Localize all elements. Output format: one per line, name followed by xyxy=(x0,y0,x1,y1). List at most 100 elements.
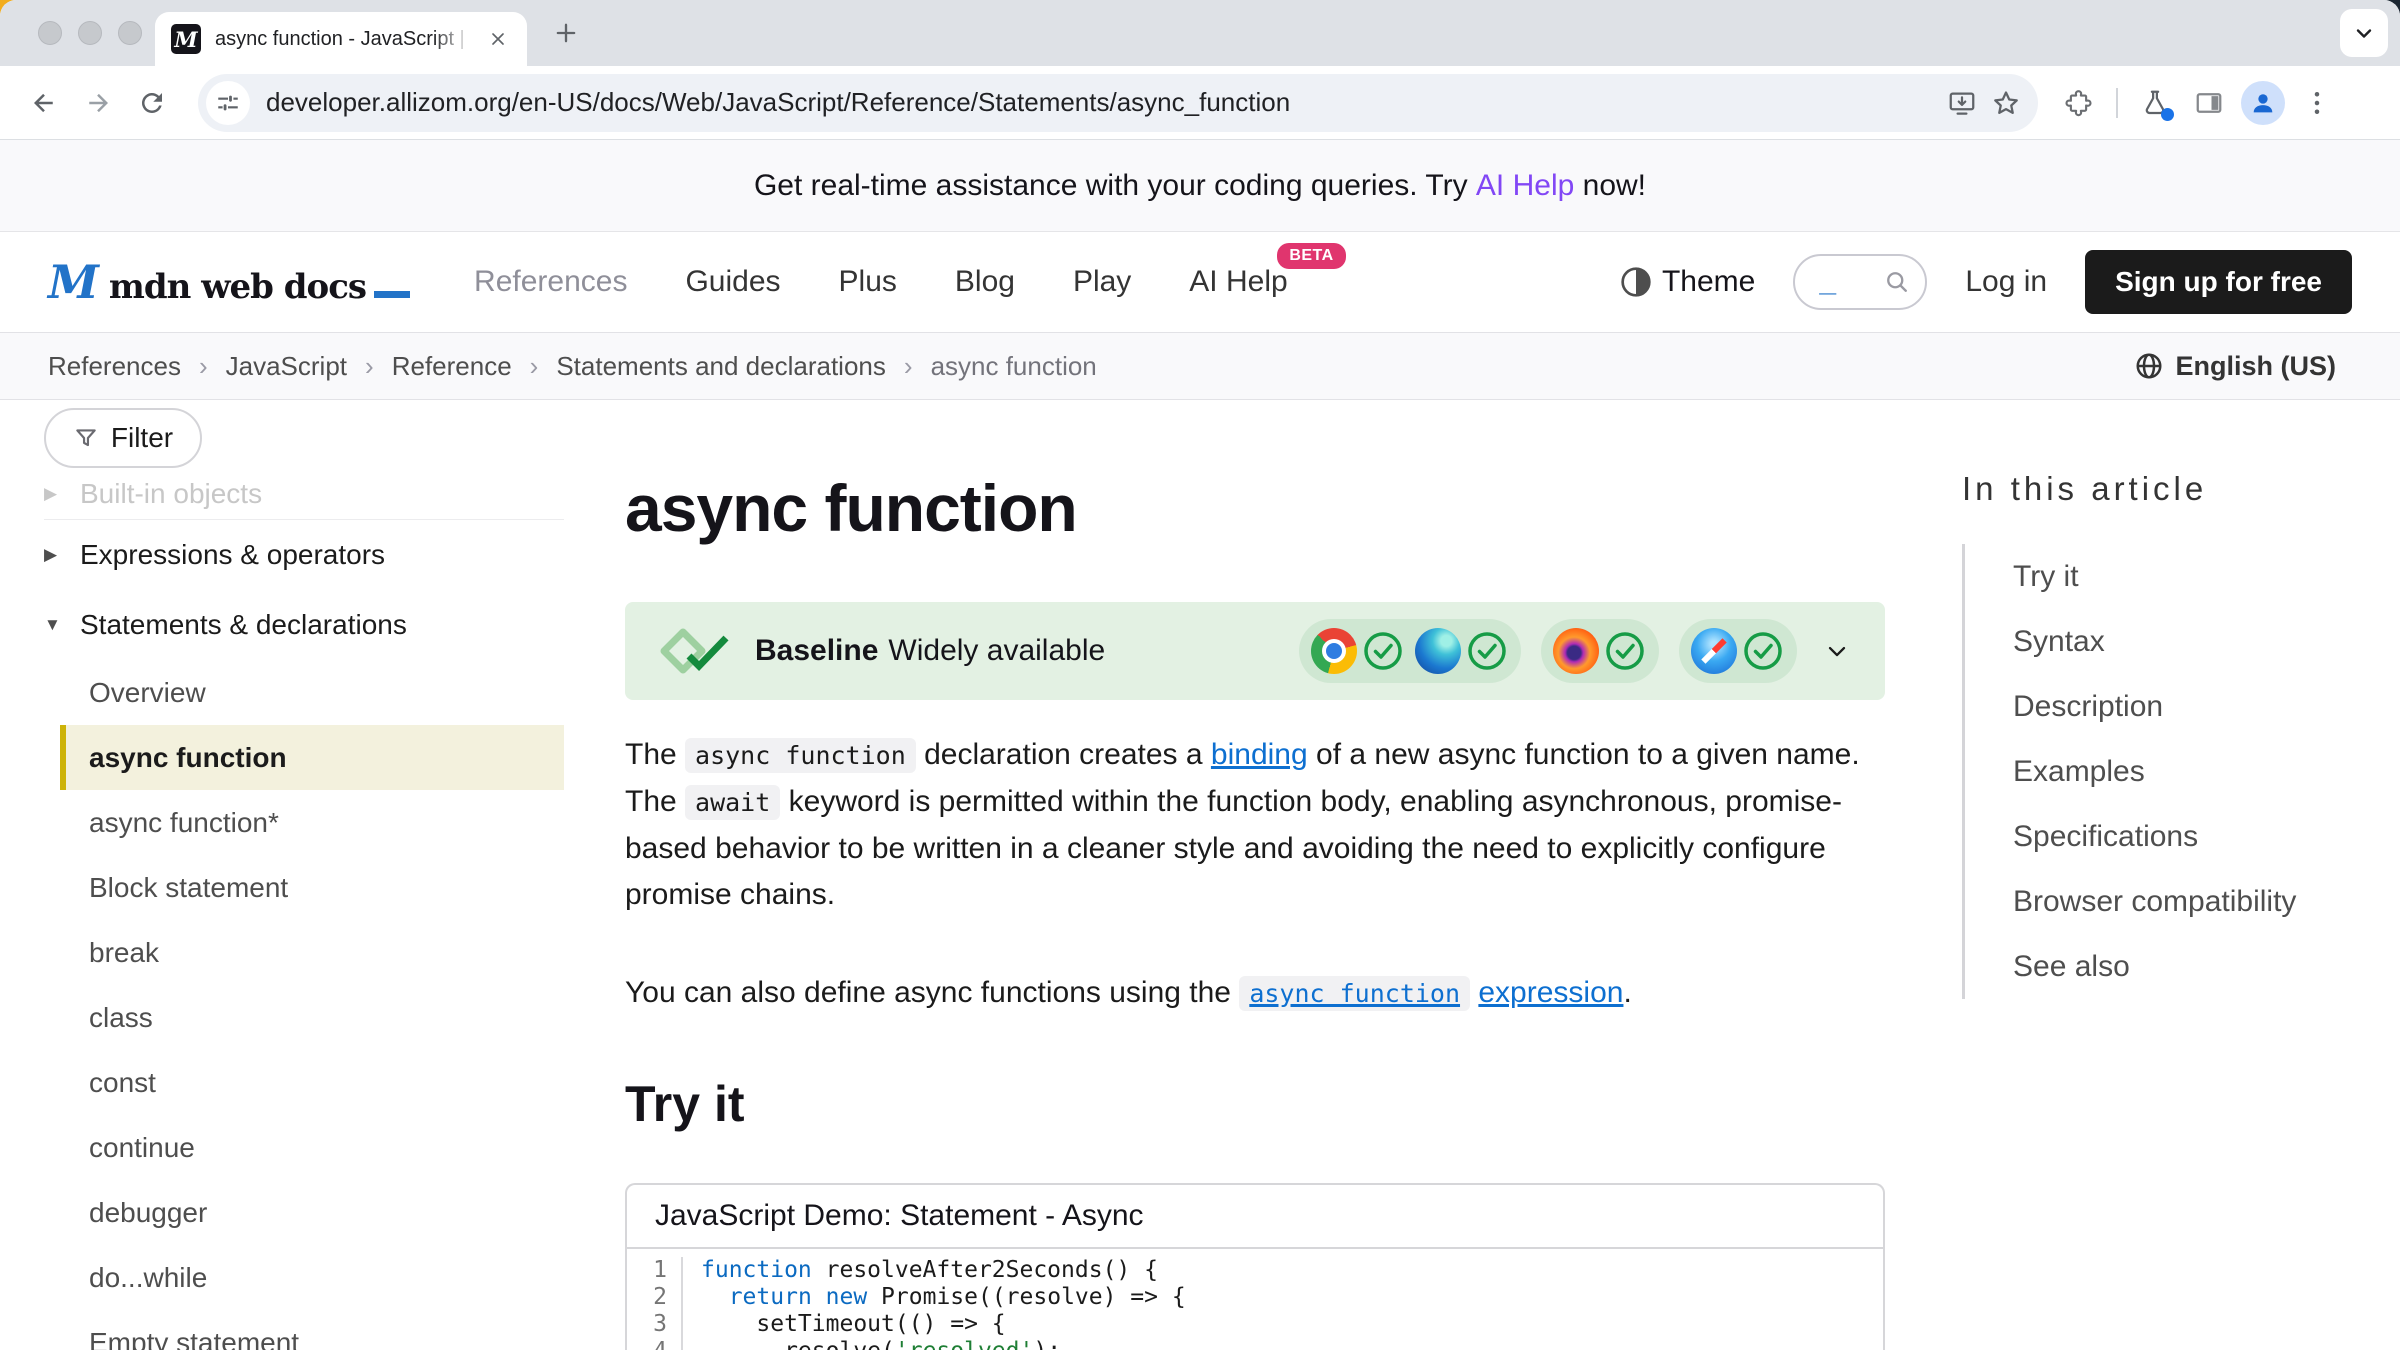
sidebar-section-built-in-objects[interactable]: ▶Built-in objects xyxy=(44,468,564,520)
nav-item-blog[interactable]: Blog xyxy=(955,265,1015,299)
page-body: Filter ▶Built-in objects▶Expressions & o… xyxy=(0,400,2400,1350)
breadcrumb: References›JavaScript›Reference›Statemen… xyxy=(48,351,1097,382)
toolbar-right-icons xyxy=(2056,80,2340,126)
content-link-binding[interactable]: binding xyxy=(1211,738,1308,771)
breadcrumb-bar: References›JavaScript›Reference›Statemen… xyxy=(0,332,2400,400)
address-bar[interactable]: developer.allizom.org/en-US/docs/Web/Jav… xyxy=(198,74,2038,132)
filter-funnel-icon xyxy=(73,425,99,451)
browser-tab[interactable]: M async function - JavaScript | xyxy=(155,12,527,66)
sidebar-item-block-statement[interactable]: Block statement xyxy=(44,855,564,920)
breadcrumb-item-references[interactable]: References xyxy=(48,351,181,382)
breadcrumb-item-statements-and-declarations[interactable]: Statements and declarations xyxy=(556,351,886,382)
code-editor[interactable]: 1function resolveAfter2Seconds() {2 retu… xyxy=(627,1249,1883,1350)
sidebar-item-overview[interactable]: Overview xyxy=(44,660,564,725)
toc-item-try-it[interactable]: Try it xyxy=(1965,544,2352,609)
sidebar-item-async-function[interactable]: async function xyxy=(60,725,564,790)
search-icon xyxy=(1883,268,1911,296)
nav-item-ai-help[interactable]: AI HelpBETA xyxy=(1189,265,1287,299)
sidebar-item-class[interactable]: class xyxy=(44,985,564,1050)
labs-flask-icon[interactable] xyxy=(2132,80,2178,126)
baseline-label: Baseline xyxy=(755,634,878,667)
site-info-icon[interactable] xyxy=(206,81,250,125)
baseline-status: Widely available xyxy=(888,634,1105,667)
language-switcher[interactable]: English (US) xyxy=(2134,351,2337,382)
page-title: async function xyxy=(625,400,1885,544)
sidebar: Filter ▶Built-in objects▶Expressions & o… xyxy=(44,408,564,1350)
line-number: 1 xyxy=(627,1257,683,1284)
sidebar-list: ▶Built-in objects▶Expressions & operator… xyxy=(44,468,564,1350)
sidebar-section-statements-declarations[interactable]: ▼Statements & declarations xyxy=(44,590,564,660)
reload-button[interactable] xyxy=(130,81,174,125)
browser-menu-dots-icon[interactable] xyxy=(2294,80,2340,126)
forward-button[interactable] xyxy=(76,81,120,125)
breadcrumb-item-reference[interactable]: Reference xyxy=(392,351,512,382)
toc-item-see-also[interactable]: See also xyxy=(1965,934,2352,999)
url-text[interactable]: developer.allizom.org/en-US/docs/Web/Jav… xyxy=(266,87,1940,118)
promo-text-before: Get real-time assistance with your codin… xyxy=(754,169,1476,203)
breadcrumb-item-javascript[interactable]: JavaScript xyxy=(226,351,347,382)
promo-ai-help-link[interactable]: AI Help xyxy=(1476,169,1574,203)
nav-item-references[interactable]: References xyxy=(474,265,627,299)
baseline-status-text: Baseline Widely available xyxy=(755,634,1105,668)
article-paragraph-2: You can also define async functions usin… xyxy=(625,970,1885,1017)
new-tab-button[interactable] xyxy=(550,17,582,49)
edge-logo-icon xyxy=(1415,628,1461,674)
baseline-banner: Baseline Widely available xyxy=(625,602,1885,700)
flask-notification-dot xyxy=(2161,108,2174,121)
close-window-icon[interactable] xyxy=(38,21,62,45)
line-number: 4 xyxy=(627,1338,683,1350)
tab-search-chevron-button[interactable] xyxy=(2340,9,2388,57)
toc-item-description[interactable]: Description xyxy=(1965,674,2352,739)
sidebar-item-const[interactable]: const xyxy=(44,1050,564,1115)
inline-code: async function xyxy=(685,738,916,773)
code-text: return new Promise((resolve) => { xyxy=(683,1284,1186,1311)
language-label: English (US) xyxy=(2176,351,2337,382)
support-check-icon xyxy=(1603,629,1647,673)
signup-button[interactable]: Sign up for free xyxy=(2085,250,2352,314)
toc-item-browser-compatibility[interactable]: Browser compatibility xyxy=(1965,869,2352,934)
toc-item-examples[interactable]: Examples xyxy=(1965,739,2352,804)
main-nav: References Guides Plus Blog Play AI HelpBETA xyxy=(474,265,1288,299)
search-input[interactable]: _ xyxy=(1793,254,1927,310)
baseline-expand-chevron-icon[interactable] xyxy=(1823,637,1851,665)
nav-item-play[interactable]: Play xyxy=(1073,265,1131,299)
tab-close-icon[interactable] xyxy=(485,26,511,52)
login-link[interactable]: Log in xyxy=(1965,265,2047,299)
sidebar-item-debugger[interactable]: debugger xyxy=(44,1180,564,1245)
sidebar-item-empty-statement[interactable]: Empty statement xyxy=(44,1310,564,1350)
side-panel-icon[interactable] xyxy=(2186,80,2232,126)
code-text: function resolveAfter2Seconds() { xyxy=(683,1257,1158,1284)
extensions-puzzle-icon[interactable] xyxy=(2056,80,2102,126)
code-line: 2 return new Promise((resolve) => { xyxy=(627,1284,1883,1311)
sidebar-item-break[interactable]: break xyxy=(44,920,564,985)
chrome-logo-icon xyxy=(1311,628,1357,674)
sidebar-filter-button[interactable]: Filter xyxy=(44,408,202,468)
nav-item-guides[interactable]: Guides xyxy=(685,265,780,299)
breadcrumb-separator-icon: › xyxy=(904,351,913,382)
sidebar-item-async-function[interactable]: async function* xyxy=(44,790,564,855)
minimize-window-icon[interactable] xyxy=(78,21,102,45)
profile-avatar[interactable] xyxy=(2240,80,2286,126)
demo-title: JavaScript Demo: Statement - Async xyxy=(627,1185,1883,1249)
toc-item-specifications[interactable]: Specifications xyxy=(1965,804,2352,869)
theme-toggle[interactable]: Theme xyxy=(1620,265,1755,299)
sidebar-item-continue[interactable]: continue xyxy=(44,1115,564,1180)
mdn-logo[interactable]: M mdn web docs xyxy=(48,255,410,309)
maximize-window-icon[interactable] xyxy=(118,21,142,45)
bookmark-star-icon[interactable] xyxy=(1984,81,2028,125)
sidebar-item-do-while[interactable]: do...while xyxy=(44,1245,564,1310)
back-button[interactable] xyxy=(22,81,66,125)
sidebar-section-label: Statements & declarations xyxy=(80,609,407,641)
mdn-logo-text: mdn web docs xyxy=(109,267,366,307)
install-page-icon[interactable] xyxy=(1940,81,1984,125)
tab-title: async function - JavaScript | xyxy=(215,28,471,51)
breadcrumb-current[interactable]: async function xyxy=(931,351,1097,382)
content-link-expression[interactable]: expression xyxy=(1478,976,1623,1009)
article-intro: The async function declaration creates a… xyxy=(625,732,1885,1017)
toc-item-syntax[interactable]: Syntax xyxy=(1965,609,2352,674)
nav-item-plus[interactable]: Plus xyxy=(839,265,897,299)
content-code-link-async-function[interactable]: async function xyxy=(1239,976,1470,1009)
line-number: 2 xyxy=(627,1284,683,1311)
sidebar-section-expressions-operators[interactable]: ▶Expressions & operators xyxy=(44,520,564,590)
table-of-contents: In this article Try itSyntaxDescriptionE… xyxy=(1962,470,2352,999)
